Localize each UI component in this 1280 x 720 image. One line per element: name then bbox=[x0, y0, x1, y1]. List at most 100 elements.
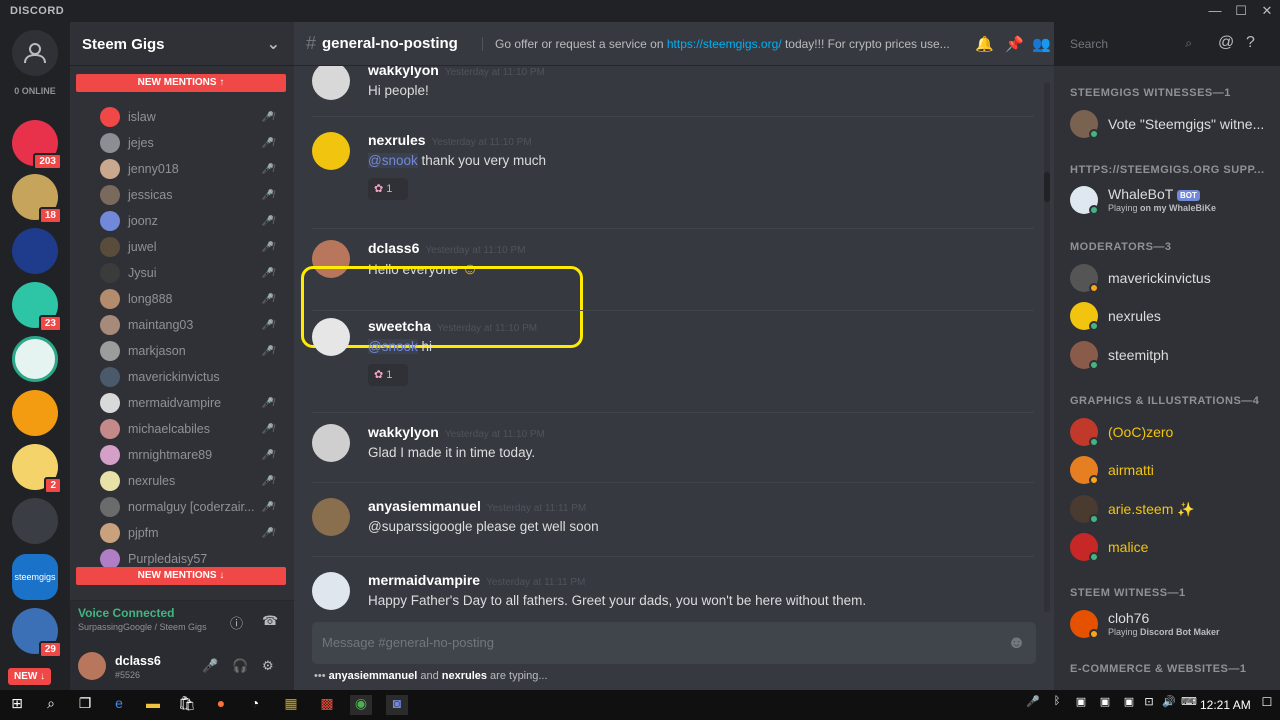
headphones-icon[interactable]: 🎧 bbox=[232, 658, 248, 674]
message-author[interactable]: wakkylyon bbox=[368, 424, 439, 440]
avatar[interactable] bbox=[312, 132, 350, 170]
disconnect-icon[interactable]: ☎ bbox=[262, 613, 278, 629]
voice-member[interactable]: michaelcabiles 🎤̸ bbox=[100, 418, 280, 440]
voice-member[interactable]: jenny018 🎤̸ bbox=[100, 158, 280, 180]
voice-member[interactable]: jessicas 🎤̸ bbox=[100, 184, 280, 206]
voice-member[interactable]: jejes 🎤̸ bbox=[100, 132, 280, 154]
file-explorer-icon[interactable]: ▬ bbox=[142, 695, 164, 715]
server-icon-2[interactable]: 18 bbox=[12, 174, 62, 224]
member-item[interactable]: WhaleBoT BOT Playing on my WhaleBiKe bbox=[1070, 184, 1270, 220]
member-item[interactable]: airmatti bbox=[1070, 454, 1270, 490]
voice-member[interactable]: mrnightmare89 🎤̸ bbox=[100, 444, 280, 466]
channel-topic[interactable]: Go offer or request a service on https:/… bbox=[482, 37, 962, 51]
voice-member[interactable]: islaw 🎤̸ bbox=[100, 106, 280, 128]
avatar[interactable] bbox=[312, 498, 350, 536]
tray-icon[interactable]: ▣ bbox=[1070, 695, 1092, 715]
server-header[interactable]: Steem Gigs ⌄ bbox=[70, 22, 294, 66]
microphone-icon[interactable]: 🎤 bbox=[202, 658, 218, 674]
emoji-picker-icon[interactable]: ☻ bbox=[1007, 632, 1026, 653]
voice-member[interactable]: Jysui 🎤̸ bbox=[100, 262, 280, 284]
volume-icon[interactable]: 🔊 bbox=[1158, 695, 1180, 715]
member-list-icon[interactable]: 👥 bbox=[1032, 35, 1051, 53]
tray-icon[interactable]: ▣ bbox=[1118, 695, 1140, 715]
app-icon[interactable]: ▩ bbox=[316, 695, 338, 715]
member-item[interactable]: cloh76 Playing Discord Bot Maker bbox=[1070, 608, 1270, 644]
avatar[interactable] bbox=[312, 318, 350, 356]
message-author[interactable]: wakkylyon bbox=[368, 66, 439, 78]
store-icon[interactable]: 🛍 bbox=[176, 695, 198, 715]
search-icon[interactable]: ⌕ bbox=[40, 695, 62, 715]
voice-member[interactable]: maverickinvictus bbox=[100, 366, 280, 388]
task-view-icon[interactable]: ❐ bbox=[74, 695, 96, 715]
server-icon-6[interactable] bbox=[12, 390, 58, 436]
friends-home-button[interactable] bbox=[12, 30, 58, 76]
bell-icon[interactable]: 🔔 bbox=[975, 35, 994, 53]
member-item[interactable]: (OoC)zero bbox=[1070, 416, 1270, 452]
avatar[interactable] bbox=[312, 572, 350, 610]
scrollbar[interactable] bbox=[1044, 82, 1050, 612]
app-icon[interactable]: ◔ bbox=[244, 695, 266, 715]
server-icon-7[interactable]: 2 bbox=[12, 444, 62, 494]
new-mentions-top-bar[interactable]: NEW MENTIONS ↑ bbox=[76, 74, 286, 92]
topic-link[interactable]: https://steemgigs.org/ bbox=[667, 37, 782, 51]
voice-member[interactable]: pjpfm 🎤̸ bbox=[100, 522, 280, 544]
reaction[interactable]: ✿ 1 bbox=[368, 364, 408, 386]
server-icon-steemgigs[interactable]: steemgigs bbox=[12, 554, 58, 600]
message-author[interactable]: dclass6 bbox=[368, 240, 419, 256]
voice-member[interactable]: normalguy [coderzair... 🎤̸ bbox=[100, 496, 280, 518]
server-icon-10[interactable]: 29 bbox=[12, 608, 62, 658]
server-icon-4[interactable]: 23 bbox=[12, 282, 62, 332]
member-item[interactable]: nexrules bbox=[1070, 300, 1270, 336]
message-author[interactable]: sweetcha bbox=[368, 318, 431, 334]
discord-icon[interactable]: ◙ bbox=[386, 695, 408, 715]
message-author[interactable]: nexrules bbox=[368, 132, 426, 148]
voice-member[interactable]: markjason 🎤̸ bbox=[100, 340, 280, 362]
taskbar-clock[interactable]: 12:21 AM bbox=[1200, 698, 1251, 712]
avatar[interactable] bbox=[312, 66, 350, 100]
voice-member[interactable]: long888 🎤̸ bbox=[100, 288, 280, 310]
message-input[interactable]: Message #general-no-posting ☻ bbox=[312, 622, 1036, 664]
voice-member[interactable]: mermaidvampire 🎤̸ bbox=[100, 392, 280, 414]
edge-icon[interactable]: e bbox=[108, 695, 130, 715]
message-author[interactable]: anyasiemmanuel bbox=[368, 498, 481, 514]
new-unreads-pill[interactable]: NEW ↓ bbox=[8, 668, 52, 685]
member-item[interactable]: steemitph bbox=[1070, 339, 1270, 375]
voice-member[interactable]: maintang03 🎤̸ bbox=[100, 314, 280, 336]
member-item[interactable]: malice bbox=[1070, 531, 1270, 567]
member-item[interactable]: maverickinvictus bbox=[1070, 262, 1270, 298]
gear-icon[interactable]: ⚙ bbox=[262, 658, 274, 674]
voice-member[interactable]: joonz 🎤̸ bbox=[100, 210, 280, 232]
app-icon[interactable]: ▦ bbox=[280, 695, 302, 715]
user-mention[interactable]: @snook bbox=[368, 339, 418, 354]
chrome-icon[interactable]: ◉ bbox=[350, 695, 372, 715]
help-icon[interactable]: ? bbox=[1246, 34, 1255, 52]
bluetooth-icon[interactable]: ᛒ bbox=[1046, 695, 1068, 715]
search-input[interactable]: Search ⌕ bbox=[1064, 31, 1200, 57]
message-author[interactable]: mermaidvampire bbox=[368, 572, 480, 588]
network-icon[interactable]: ⊡ bbox=[1138, 695, 1160, 715]
pin-icon[interactable]: 📌 bbox=[1005, 35, 1024, 53]
member-item[interactable]: Vote "Steemgigs" witne... bbox=[1070, 108, 1270, 144]
member-item[interactable]: arie.steem ✨ bbox=[1070, 493, 1270, 529]
server-icon-5[interactable] bbox=[12, 336, 58, 382]
avatar[interactable] bbox=[78, 652, 106, 680]
scrollbar-thumb[interactable] bbox=[1044, 172, 1050, 202]
reaction[interactable]: ✿ 1 bbox=[368, 178, 408, 200]
close-icon[interactable]: ✕ bbox=[1254, 2, 1280, 20]
avatar[interactable] bbox=[312, 424, 350, 462]
user-mention[interactable]: @snook bbox=[368, 153, 418, 168]
tray-icon[interactable]: ▣ bbox=[1094, 695, 1116, 715]
windows-start-icon[interactable]: ⊞ bbox=[6, 695, 28, 715]
mentions-icon[interactable]: @ bbox=[1218, 34, 1234, 52]
server-icon-8[interactable] bbox=[12, 498, 58, 544]
keyboard-icon[interactable]: ⌨ bbox=[1178, 695, 1200, 715]
info-icon[interactable]: ⓘ bbox=[230, 613, 243, 632]
voice-member[interactable]: juwel 🎤̸ bbox=[100, 236, 280, 258]
server-icon-1[interactable]: 203 bbox=[12, 120, 62, 170]
mic-muted-icon[interactable]: 🎤 bbox=[1022, 695, 1044, 715]
firefox-icon[interactable]: ● bbox=[210, 695, 232, 715]
notifications-icon[interactable]: ☐ bbox=[1256, 695, 1278, 715]
minimize-icon[interactable]: — bbox=[1202, 2, 1228, 20]
maximize-icon[interactable]: ☐ bbox=[1228, 2, 1254, 20]
server-icon-3[interactable] bbox=[12, 228, 58, 274]
